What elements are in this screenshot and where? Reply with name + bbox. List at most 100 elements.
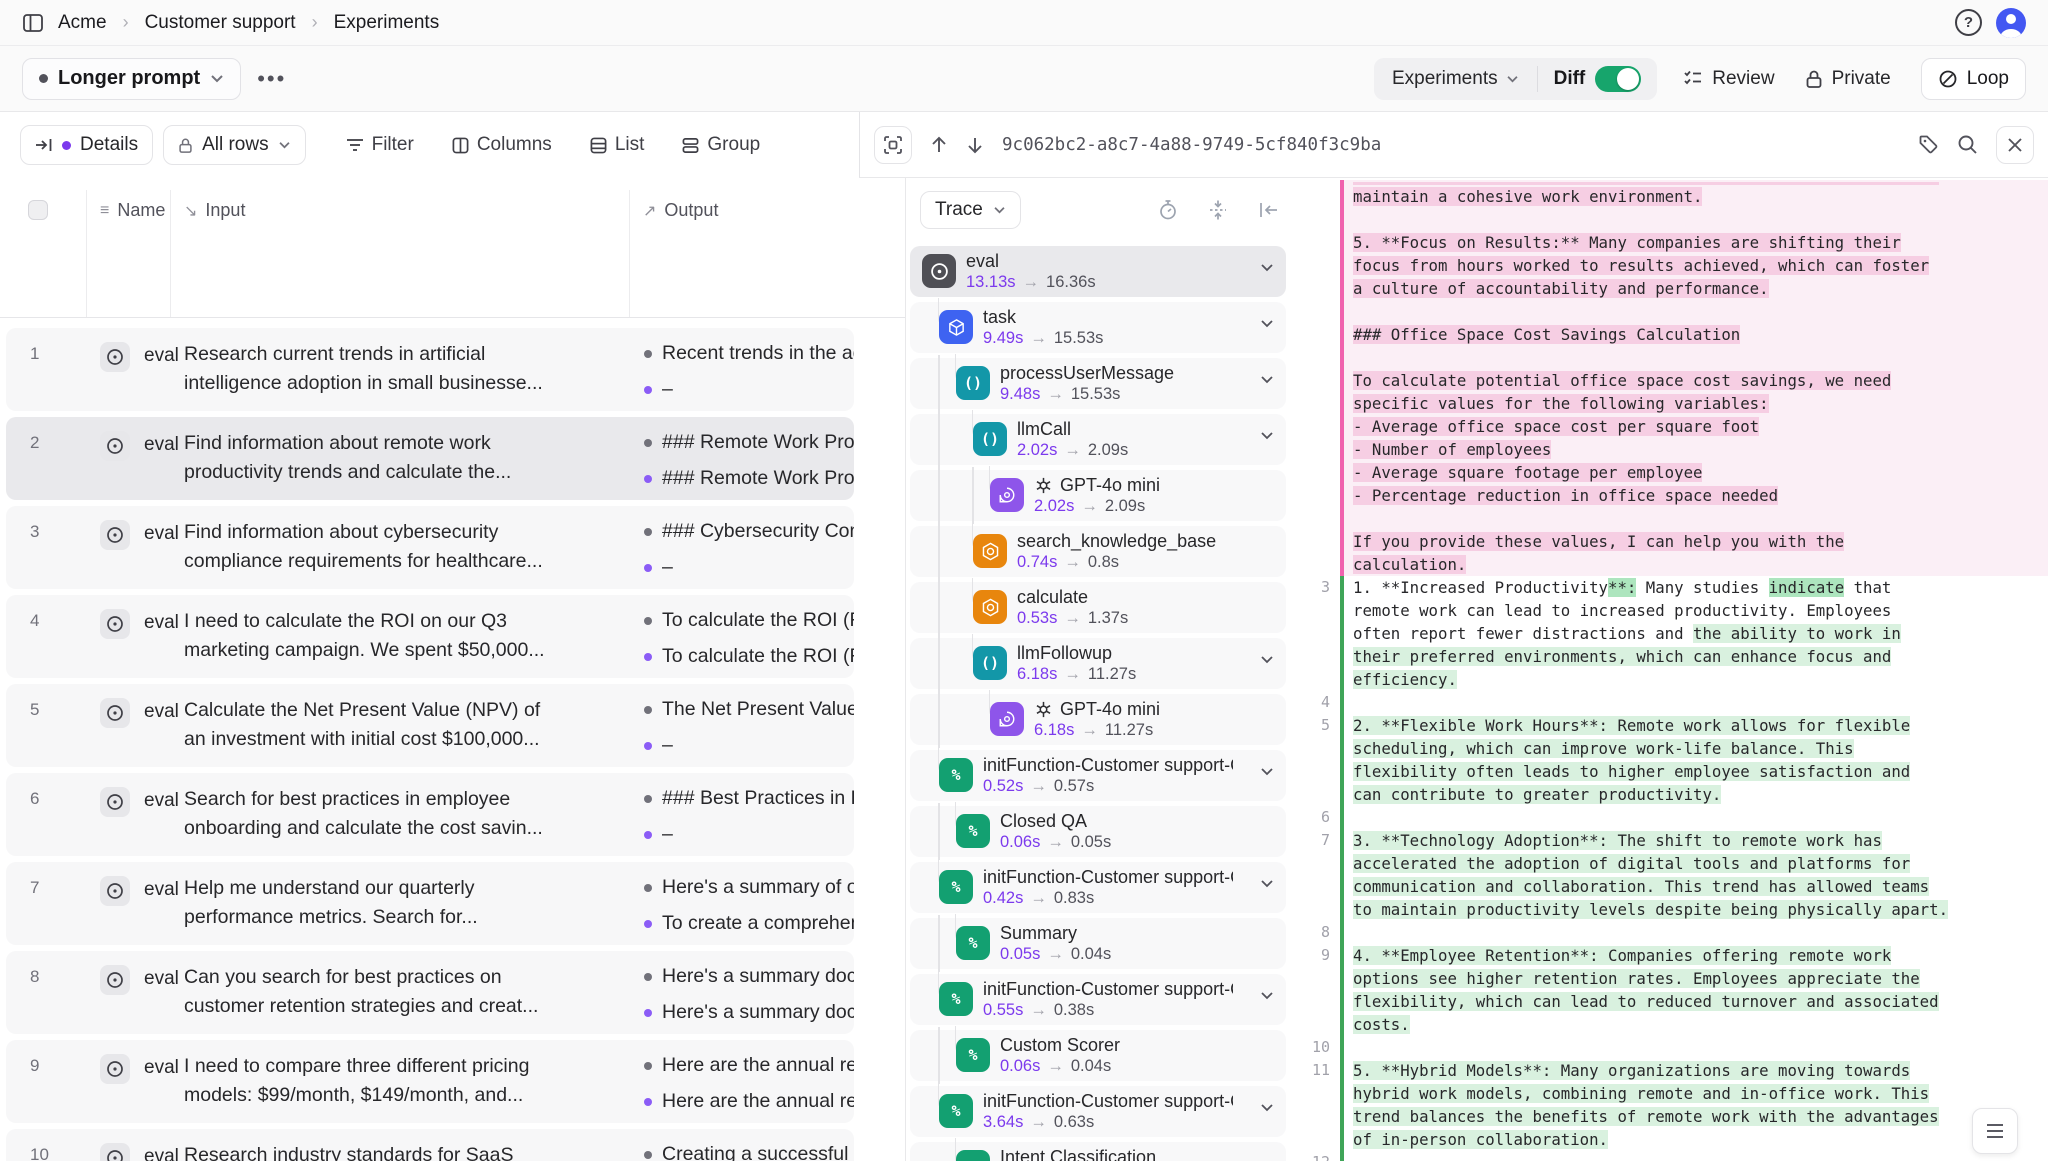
diff-line-number <box>1290 507 1340 530</box>
chevron-down-icon <box>1506 75 1519 83</box>
row-output-line2: To create a comprehensive <box>662 912 854 935</box>
diff-line-number <box>1290 967 1340 990</box>
trace-node-closed-qa[interactable]: %Closed QA0.06s→0.05s <box>910 806 1286 857</box>
row-output-line1: ### Cybersecurity Complia <box>662 520 854 543</box>
trace-node-initfunction-customer-support-c-[interactable]: %initFunction-Customer support-C...0.42s… <box>910 862 1286 913</box>
previous-row-button[interactable] <box>930 135 948 155</box>
trace-view-selector[interactable]: Trace <box>920 191 1021 229</box>
chevron-down-icon[interactable] <box>1260 431 1274 440</box>
trace-node-intent-classification[interactable]: %Intent Classification <box>910 1142 1286 1161</box>
rows-filter-label: All rows <box>202 134 269 156</box>
view-mode-label: Experiments <box>1392 68 1498 90</box>
diff-toggle[interactable] <box>1595 66 1641 92</box>
row-number: 10 <box>30 1145 49 1161</box>
table-row[interactable]: 10evalResearch industry standards for Sa… <box>6 1129 854 1161</box>
diff-removed-line: maintain a cohesive work environment. <box>1290 185 2048 208</box>
select-all-checkbox[interactable] <box>28 200 48 220</box>
trace-node-processusermessage[interactable]: ()processUserMessage9.48s→15.53s <box>910 358 1286 409</box>
score-span-icon: % <box>956 814 990 848</box>
details-button[interactable]: Details <box>20 125 153 165</box>
diff-line-text: 5. **Focus on Results:** Many companies … <box>1344 231 2048 254</box>
diff-line-text: remote work can lead to increased produc… <box>1344 599 2048 622</box>
diff-line-number <box>1290 231 1340 254</box>
diff-added-line: 94. **Employee Retention**: Companies of… <box>1290 944 2048 967</box>
close-panel-button[interactable] <box>1996 126 2034 164</box>
sidebar-toggle-icon[interactable] <box>22 12 44 34</box>
diff-line-number: 3 <box>1290 576 1340 599</box>
diff-line-text: 3. **Technology Adoption**: The shift to… <box>1344 829 2048 852</box>
chevron-down-icon[interactable] <box>1260 263 1274 272</box>
review-button[interactable]: Review <box>1683 68 1774 90</box>
columns-button[interactable]: Columns <box>438 125 566 165</box>
chevron-down-icon[interactable] <box>1260 879 1274 888</box>
collapse-all-button[interactable] <box>1208 199 1228 221</box>
column-header-input[interactable]: ↘ Input <box>184 200 245 221</box>
avatar[interactable] <box>1996 8 2026 38</box>
experiment-selector[interactable]: Longer prompt <box>22 58 241 100</box>
table-row[interactable]: 5evalCalculate the Net Present Value (NP… <box>6 684 854 767</box>
expand-trace-button[interactable] <box>874 126 912 164</box>
filter-button[interactable]: Filter <box>332 125 428 165</box>
breadcrumb-org[interactable]: Acme <box>58 12 107 34</box>
row-number: 5 <box>30 700 39 720</box>
trace-node-initfunction-customer-support-c-[interactable]: %initFunction-Customer support-C...0.55s… <box>910 974 1286 1025</box>
help-icon[interactable]: ? <box>1955 9 1982 36</box>
trace-node-eval[interactable]: eval13.13s→16.36s <box>910 246 1286 297</box>
column-header-output[interactable]: ↗ Output <box>643 200 718 221</box>
trace-node-initfunction-customer-support-c-[interactable]: %initFunction-Customer support-C...3.64s… <box>910 1086 1286 1137</box>
rows-filter-selector[interactable]: All rows <box>163 125 306 165</box>
table-row[interactable]: 6evalSearch for best practices in employ… <box>6 773 854 856</box>
chevron-down-icon[interactable] <box>1260 1103 1274 1112</box>
diff-line-number: 12 <box>1290 1151 1340 1161</box>
next-row-button[interactable] <box>966 135 984 155</box>
trace-node-gpt-4o-mini[interactable]: GPT-4o mini2.02s→2.09s <box>910 470 1286 521</box>
transcript-view-button[interactable] <box>1972 1108 2018 1154</box>
trace-node-calculate[interactable]: calculate0.53s→1.37s <box>910 582 1286 633</box>
diff-line-text: If you provide these values, I can help … <box>1344 530 2048 553</box>
row-output-line1: Here's a summary of our q <box>662 876 854 899</box>
row-output-line1: The Net Present Value (NP <box>662 698 854 721</box>
table-row[interactable]: 7evalHelp me understand our quarterly pe… <box>6 862 854 945</box>
trace-node-task[interactable]: task9.49s→15.53s <box>910 302 1286 353</box>
more-options-button[interactable]: ••• <box>257 66 286 92</box>
table-row[interactable]: 3evalFind information about cybersecurit… <box>6 506 854 589</box>
chevron-down-icon[interactable] <box>1260 319 1274 328</box>
trace-node-custom-scorer[interactable]: %Custom Scorer0.06s→0.04s <box>910 1030 1286 1081</box>
diff-line-number <box>1290 1105 1340 1128</box>
collapse-panel-button[interactable] <box>1258 201 1280 219</box>
view-mode-selector[interactable]: Experiments <box>1378 68 1533 90</box>
diff-line-text: of in-person collaboration. <box>1344 1128 2048 1151</box>
row-input-text: Help me understand our quarterly perform… <box>184 874 616 932</box>
search-button[interactable] <box>1957 134 1978 155</box>
trace-node-initfunction-customer-support-c-[interactable]: %initFunction-Customer support-C...0.52s… <box>910 750 1286 801</box>
trace-node-search-knowledge-base[interactable]: search_knowledge_base0.74s→0.8s <box>910 526 1286 577</box>
private-button[interactable]: Private <box>1805 68 1891 90</box>
timing-toggle-button[interactable] <box>1158 199 1178 221</box>
loop-button[interactable]: Loop <box>1921 58 2026 100</box>
chevron-down-icon[interactable] <box>1260 767 1274 776</box>
table-row[interactable]: 9evalI need to compare three different p… <box>6 1040 854 1123</box>
group-button[interactable]: Group <box>668 125 774 165</box>
chevron-down-icon[interactable] <box>1260 655 1274 664</box>
breadcrumb-project[interactable]: Customer support <box>145 12 296 34</box>
trace-node-llmcall[interactable]: ()llmCall2.02s→2.09s <box>910 414 1286 465</box>
lines-icon <box>1985 1123 2005 1139</box>
trace-node-summary[interactable]: %Summary0.05s→0.04s <box>910 918 1286 969</box>
table-row[interactable]: 4evalI need to calculate the ROI on our … <box>6 595 854 678</box>
table-row[interactable]: 2evalFind information about remote work … <box>6 417 854 500</box>
eval-circle-dot-icon <box>100 965 130 995</box>
table-row[interactable]: 8evalCan you search for best practices o… <box>6 951 854 1034</box>
diff-removed-line: specific values for the following variab… <box>1290 392 2048 415</box>
tag-button[interactable] <box>1918 134 1939 155</box>
diff-line-number <box>1290 484 1340 507</box>
trace-node-gpt-4o-mini[interactable]: GPT-4o mini6.18s→11.27s <box>910 694 1286 745</box>
chevron-down-icon[interactable] <box>1260 375 1274 384</box>
trace-node-timings: 13.13s→16.36s <box>966 273 1096 292</box>
table-row[interactable]: 1evalResearch current trends in artifici… <box>6 328 854 411</box>
trace-node-llmfollowup[interactable]: ()llmFollowup6.18s→11.27s <box>910 638 1286 689</box>
list-button[interactable]: List <box>576 125 659 165</box>
column-header-name[interactable]: ≡ Name <box>100 200 165 221</box>
breadcrumb-section[interactable]: Experiments <box>334 12 440 34</box>
chevron-down-icon[interactable] <box>1260 991 1274 1000</box>
row-input-text: Research industry standards for SaaS <box>184 1141 616 1161</box>
